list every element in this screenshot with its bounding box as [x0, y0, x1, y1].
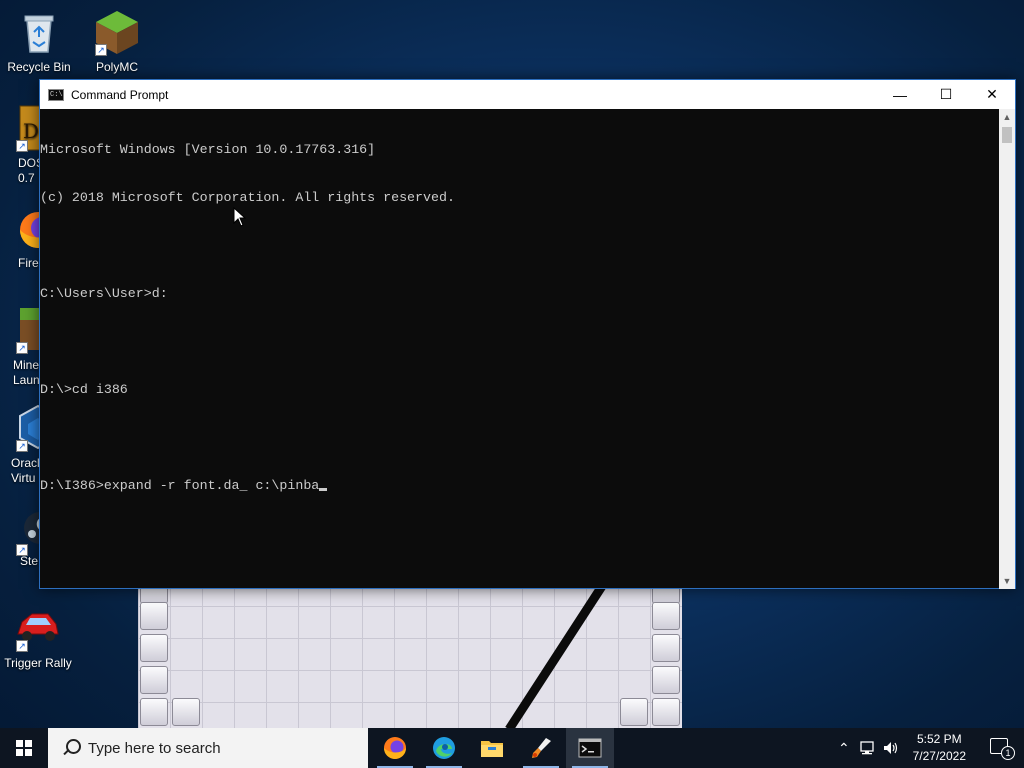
shortcut-arrow-icon: ↗ [95, 44, 107, 56]
taskbar-app-paint[interactable] [517, 728, 565, 768]
taskbar-clock[interactable]: 5:52 PM 7/27/2022 [913, 731, 966, 765]
desktop-icon-label: Recycle Bin [7, 60, 71, 74]
shortcut-arrow-icon: ↗ [16, 342, 28, 354]
shortcut-arrow-icon: ↗ [16, 440, 28, 452]
taskbar-app-command-prompt[interactable] [566, 728, 614, 768]
window-titlebar[interactable]: C:\ Command Prompt — ☐ ✕ [40, 80, 1015, 109]
desktop-icon-dosbox[interactable]: D ↗ DOS 0.7 [0, 104, 40, 186]
desktop-icon-firefox[interactable]: Fire [0, 210, 40, 271]
desktop-icon-label: Trigger Rally [4, 656, 72, 670]
window-title: Command Prompt [71, 87, 169, 102]
taskbar: Type here to search ⌃ 5:52 PM 7/27/2022 … [0, 728, 1024, 768]
folder-icon [481, 741, 503, 757]
pinball-game-board [138, 580, 682, 728]
cmd-icon: C:\ [48, 88, 64, 101]
desktop-icon-label: Ste [20, 554, 39, 568]
desktop-icon-minecraft-launcher[interactable]: ↗ Mine Laun [0, 306, 40, 388]
search-placeholder: Type here to search [88, 739, 221, 757]
firefox-icon [14, 210, 40, 258]
dosbox-icon: D ↗ [14, 104, 40, 152]
desktop-icon-trigger-rally[interactable]: ↗ Trigger Rally [0, 604, 76, 671]
desktop-icon-label: DOS 0.7 [18, 156, 40, 185]
console-line: D:\>cd i386 [40, 382, 128, 397]
trigger-rally-icon: ↗ [14, 604, 62, 652]
scroll-up-icon[interactable]: ▲ [999, 109, 1015, 125]
command-prompt-window[interactable]: C:\ Command Prompt — ☐ ✕ Microsoft Windo… [39, 79, 1016, 589]
taskbar-search-box[interactable]: Type here to search [48, 728, 368, 768]
desktop-icon-recycle-bin[interactable]: Recycle Bin [1, 8, 77, 75]
action-center-icon[interactable]: 1 [990, 738, 1015, 760]
close-icon: ✕ [986, 86, 998, 102]
taskbar-app-edge[interactable] [420, 728, 468, 768]
minimize-icon: — [893, 86, 907, 103]
minimize-button[interactable]: — [877, 80, 923, 109]
console-output[interactable]: Microsoft Windows [Version 10.0.17763.31… [40, 109, 1000, 589]
desktop-icon-virtualbox[interactable]: ↗ Oracl Virtu [0, 404, 40, 486]
taskbar-app-file-explorer[interactable] [468, 728, 516, 768]
clock-time: 5:52 PM [916, 732, 962, 746]
shortcut-arrow-icon: ↗ [16, 640, 28, 652]
polymc-icon: ↗ [93, 8, 141, 56]
desktop-icon-label: Fire [18, 256, 39, 270]
scroll-down-icon[interactable]: ▼ [999, 573, 1015, 589]
vertical-scrollbar[interactable]: ▲ ▼ [999, 109, 1015, 589]
maximize-icon: ☐ [939, 86, 953, 102]
maximize-button[interactable]: ☐ [923, 80, 969, 109]
minecraft-launcher-icon: ↗ [14, 306, 40, 354]
start-button[interactable] [0, 728, 48, 768]
taskbar-app-firefox[interactable] [371, 728, 419, 768]
console-line: C:\Users\User>d: [40, 286, 168, 301]
text-cursor [319, 488, 328, 491]
network-icon[interactable] [858, 740, 876, 756]
edge-icon [433, 737, 455, 759]
cmd-icon [578, 738, 602, 758]
volume-icon[interactable] [882, 740, 900, 756]
close-button[interactable]: ✕ [969, 80, 1015, 109]
recycle-bin-icon [15, 8, 63, 56]
desktop-icon-polymc[interactable]: ↗ PolyMC [79, 8, 155, 75]
mouse-pointer-icon [233, 207, 247, 227]
shortcut-arrow-icon: ↗ [16, 140, 28, 152]
firefox-icon [384, 737, 406, 759]
desktop-icon-label: Oracl Virtu [11, 456, 40, 485]
console-line: Microsoft Windows [Version 10.0.17763.31… [40, 142, 376, 157]
clock-date: 7/27/2022 [912, 749, 966, 763]
virtualbox-icon: ↗ [14, 404, 40, 452]
chevron-up-icon[interactable]: ⌃ [838, 740, 850, 757]
console-line: (c) 2018 Microsoft Corporation. All righ… [40, 190, 455, 205]
desktop-icon-steam[interactable]: ↗ Ste [0, 508, 40, 569]
steam-icon: ↗ [14, 508, 40, 556]
notification-count-badge: 1 [1001, 746, 1015, 760]
scrollbar-thumb[interactable] [1002, 127, 1012, 143]
desktop-icon-label: Mine Laun [13, 358, 40, 387]
flipper-line [505, 580, 617, 728]
windows-logo-icon [16, 740, 32, 756]
console-current-command: D:\I386>expand -r font.da_ c:\pinba [40, 478, 320, 493]
desktop-icon-label: PolyMC [95, 60, 138, 74]
console-input-line[interactable]: D:\I386>expand -r font.da_ c:\pinba [40, 478, 1000, 494]
paint-brush-icon [532, 738, 551, 758]
shortcut-arrow-icon: ↗ [16, 544, 28, 556]
system-tray: ⌃ [838, 728, 900, 768]
search-icon [62, 739, 81, 757]
